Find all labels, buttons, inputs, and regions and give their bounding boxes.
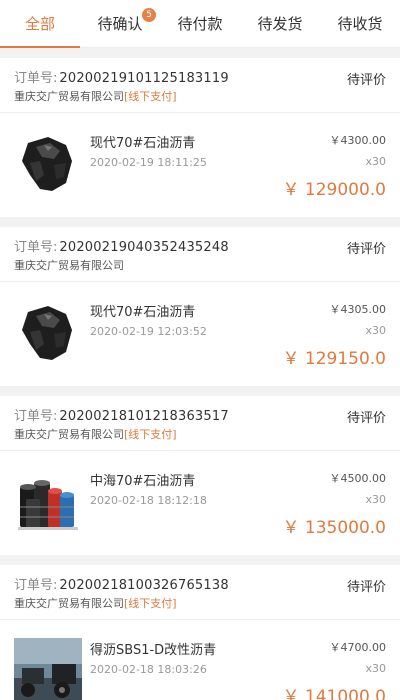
company-name: 重庆交广贸易有限公司	[14, 597, 124, 610]
order-item[interactable]: 得沥SBS1-D改性沥青 2020-02-18 18:03:26 ￥4700.0…	[0, 620, 400, 700]
unit-price: ￥4700.00	[329, 641, 387, 654]
tab-label: 待确认	[97, 15, 143, 33]
company-name: 重庆交广贸易有限公司	[14, 259, 124, 272]
order-total: ￥ 141000.0	[282, 687, 386, 700]
tab-to-pay[interactable]: 待付款	[160, 0, 240, 47]
barrels-icon	[18, 480, 78, 530]
order-header: 订单号: 20200218100326765138 待评价 重庆交广贸易有限公司[…	[0, 565, 400, 620]
quantity: x30	[365, 493, 386, 506]
tab-to-receive[interactable]: 待收货	[320, 0, 400, 47]
order-header: 订单号: 20200219101125183119 待评价 重庆交广贸易有限公司[…	[0, 58, 400, 113]
order-time: 2020-02-18 18:12:18	[90, 494, 207, 507]
order-card[interactable]: 订单号: 20200219101125183119 待评价 重庆交广贸易有限公司[…	[0, 58, 400, 217]
order-card[interactable]: 订单号: 20200219040352435248 待评价 重庆交广贸易有限公司 …	[0, 227, 400, 386]
asphalt-rock-icon	[22, 137, 72, 191]
quantity: x30	[365, 662, 386, 675]
tab-label: 待收货	[337, 15, 383, 33]
order-status: 待评价	[346, 73, 386, 88]
order-time: 2020-02-18 18:03:26	[90, 663, 207, 676]
order-item[interactable]: 现代70#石油沥青 2020-02-19 12:03:52 ￥4305.00 x…	[0, 282, 400, 386]
tab-all[interactable]: 全部	[0, 0, 80, 48]
company-name: 重庆交广贸易有限公司	[14, 90, 124, 103]
order-status: 待评价	[346, 411, 386, 426]
order-status: 待评价	[346, 242, 386, 257]
tab-label: 全部	[24, 15, 55, 33]
count-badge: 5	[142, 8, 156, 22]
order-total: ￥ 129150.0	[282, 349, 386, 369]
order-number: 20200219101125183119	[59, 71, 229, 86]
unit-price: ￥4300.00	[329, 134, 387, 147]
tab-to-ship[interactable]: 待发货	[240, 0, 320, 47]
order-number-label: 订单号:	[14, 240, 58, 255]
machinery-photo-icon	[14, 638, 82, 700]
product-name: 现代70#石油沥青	[90, 305, 196, 320]
order-status-tabs: 全部 待确认 5 待付款 待发货 待收货	[0, 0, 400, 48]
order-time: 2020-02-19 12:03:52	[90, 325, 207, 338]
order-header: 订单号: 20200218101218363517 待评价 重庆交广贸易有限公司[…	[0, 396, 400, 451]
order-status: 待评价	[346, 580, 386, 595]
tab-to-confirm[interactable]: 待确认 5	[80, 0, 160, 47]
order-total: ￥ 135000.0	[282, 518, 386, 538]
company-name: 重庆交广贸易有限公司	[14, 428, 124, 441]
unit-price: ￥4500.00	[329, 472, 387, 485]
quantity: x30	[365, 324, 386, 337]
unit-price: ￥4305.00	[329, 303, 387, 316]
order-card[interactable]: 订单号: 20200218100326765138 待评价 重庆交广贸易有限公司[…	[0, 565, 400, 700]
order-total: ￥ 129000.0	[282, 180, 386, 200]
quantity: x30	[365, 155, 386, 168]
tab-label: 待付款	[177, 15, 223, 33]
order-time: 2020-02-19 18:11:25	[90, 156, 207, 169]
order-number: 20200218101218363517	[59, 409, 229, 424]
order-item[interactable]: 中海70#石油沥青 2020-02-18 18:12:18 ￥4500.00 x…	[0, 451, 400, 555]
order-number: 20200219040352435248	[59, 240, 229, 255]
order-number-label: 订单号:	[14, 578, 58, 593]
product-name: 得沥SBS1-D改性沥青	[90, 643, 217, 658]
order-number: 20200218100326765138	[59, 578, 229, 593]
order-header: 订单号: 20200219040352435248 待评价 重庆交广贸易有限公司	[0, 227, 400, 282]
product-name: 中海70#石油沥青	[90, 474, 196, 489]
payment-tag: [线下支付]	[124, 90, 177, 103]
order-item[interactable]: 现代70#石油沥青 2020-02-19 18:11:25 ￥4300.00 x…	[0, 113, 400, 217]
payment-tag: [线下支付]	[124, 428, 177, 441]
asphalt-rock-icon	[22, 306, 72, 360]
payment-tag: [线下支付]	[124, 597, 177, 610]
order-number-label: 订单号:	[14, 409, 58, 424]
product-name: 现代70#石油沥青	[90, 136, 196, 151]
tab-label: 待发货	[257, 15, 303, 33]
order-card[interactable]: 订单号: 20200218101218363517 待评价 重庆交广贸易有限公司[…	[0, 396, 400, 555]
order-number-label: 订单号:	[14, 71, 58, 86]
